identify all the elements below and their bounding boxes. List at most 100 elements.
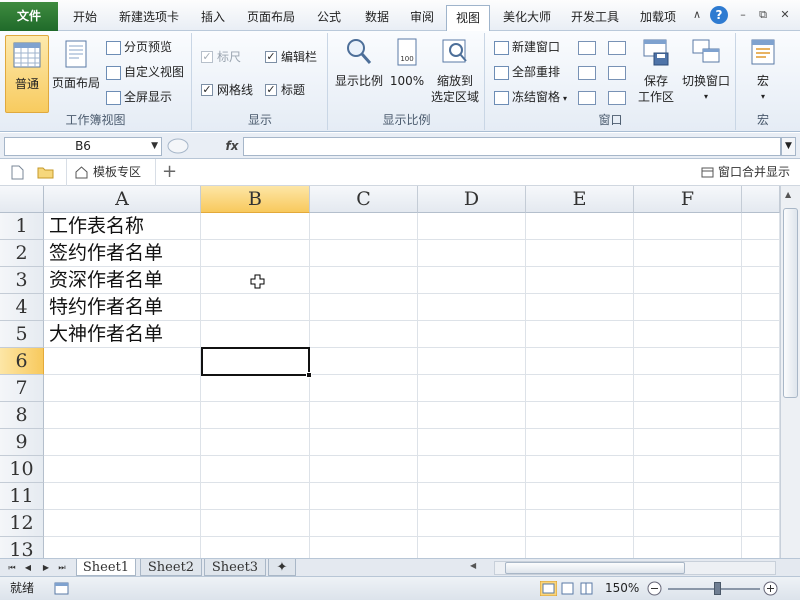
- gridcell-a12[interactable]: [44, 510, 201, 537]
- gridcell-d11[interactable]: [418, 483, 526, 510]
- gridcell-a10[interactable]: [44, 456, 201, 483]
- gridcell-d12[interactable]: [418, 510, 526, 537]
- cell-a3[interactable]: 资深作者名单: [44, 267, 201, 294]
- gridcell-b9[interactable]: [201, 429, 310, 456]
- tab-view[interactable]: 视图: [446, 5, 490, 32]
- gridcell-b1[interactable]: [201, 213, 310, 240]
- gridcell-c8[interactable]: [310, 402, 418, 429]
- save-workspace-button[interactable]: 保存 工作区: [636, 37, 676, 105]
- gridcell-e4[interactable]: [526, 294, 634, 321]
- zoom-100-button[interactable]: 100 100%: [387, 37, 427, 89]
- gridcell-a13[interactable]: [44, 537, 201, 558]
- gridcell-c10[interactable]: [310, 456, 418, 483]
- row-header-11[interactable]: 11: [0, 483, 44, 510]
- gridcell-b4[interactable]: [201, 294, 310, 321]
- normal-view-button[interactable]: 普通: [5, 35, 49, 113]
- gridcell-d1[interactable]: [418, 213, 526, 240]
- gridcell-d7[interactable]: [418, 375, 526, 402]
- synchronous-scrolling-icon[interactable]: [608, 66, 626, 80]
- gridcell-e8[interactable]: [526, 402, 634, 429]
- expand-formula-bar-icon[interactable]: ▼: [781, 137, 796, 156]
- horizontal-scroll-thumb[interactable]: [505, 562, 685, 574]
- column-header-g-partial[interactable]: [742, 186, 780, 213]
- tab-file[interactable]: 文件: [0, 2, 58, 31]
- gridcell-a6[interactable]: [44, 348, 201, 375]
- row-header-2[interactable]: 2: [0, 240, 44, 267]
- page-layout-status-icon[interactable]: [560, 581, 575, 596]
- gridcell-e11[interactable]: [526, 483, 634, 510]
- row-header-4[interactable]: 4: [0, 294, 44, 321]
- gridcell-c12[interactable]: [310, 510, 418, 537]
- gridcell-f7[interactable]: [634, 375, 742, 402]
- gridcell-e13[interactable]: [526, 537, 634, 558]
- tab-formulas[interactable]: 公式: [306, 5, 352, 31]
- tab-new-tab[interactable]: 新建选项卡: [110, 5, 188, 31]
- gridcell-f8[interactable]: [634, 402, 742, 429]
- sheet-tab-sheet1[interactable]: Sheet1: [76, 559, 136, 576]
- column-header-b[interactable]: B: [201, 186, 310, 213]
- scroll-up-icon[interactable]: ▲: [785, 190, 791, 199]
- tab-data[interactable]: 数据: [354, 5, 400, 31]
- gridcell-g3[interactable]: [742, 267, 780, 294]
- last-sheet-icon[interactable]: ⏭: [56, 561, 68, 574]
- open-folder-icon[interactable]: [37, 165, 54, 179]
- gridcell-f12[interactable]: [634, 510, 742, 537]
- gridcell-e6[interactable]: [526, 348, 634, 375]
- macros-button[interactable]: 宏 ▾: [741, 37, 785, 105]
- gridcell-b7[interactable]: [201, 375, 310, 402]
- gridcell-g11[interactable]: [742, 483, 780, 510]
- gridcell-b11[interactable]: [201, 483, 310, 510]
- gridcell-d3[interactable]: [418, 267, 526, 294]
- insert-function-button[interactable]: fx: [224, 137, 240, 155]
- gridcell-b12[interactable]: [201, 510, 310, 537]
- row-header-13[interactable]: 13: [0, 537, 44, 558]
- next-sheet-icon[interactable]: ▶: [40, 561, 52, 574]
- window-merge-display-button[interactable]: 窗口合并显示: [701, 159, 790, 185]
- formula-input[interactable]: [243, 137, 781, 156]
- minimize-ribbon-icon[interactable]: ∧: [690, 8, 704, 22]
- tab-add-ins[interactable]: 加载项: [630, 5, 686, 31]
- row-header-3[interactable]: 3: [0, 267, 44, 294]
- page-break-preview-button[interactable]: 分页预览: [106, 37, 172, 57]
- active-cell-b6[interactable]: [201, 347, 310, 376]
- gridcell-f1[interactable]: [634, 213, 742, 240]
- gridcell-g1[interactable]: [742, 213, 780, 240]
- name-box[interactable]: B6 ▼: [4, 137, 162, 156]
- cell-a1[interactable]: 工作表名称: [44, 213, 201, 240]
- gridcell-e7[interactable]: [526, 375, 634, 402]
- gridcell-c3[interactable]: [310, 267, 418, 294]
- row-header-10[interactable]: 10: [0, 456, 44, 483]
- window-minimize-icon[interactable]: –: [736, 8, 750, 22]
- gridcell-e9[interactable]: [526, 429, 634, 456]
- gridcell-g13[interactable]: [742, 537, 780, 558]
- gridcell-d9[interactable]: [418, 429, 526, 456]
- gridcell-e5[interactable]: [526, 321, 634, 348]
- tab-page-layout[interactable]: 页面布局: [238, 5, 304, 31]
- tab-home[interactable]: 开始: [62, 5, 108, 31]
- gridcell-f6[interactable]: [634, 348, 742, 375]
- gridcell-b10[interactable]: [201, 456, 310, 483]
- gridcell-d6[interactable]: [418, 348, 526, 375]
- gridcell-c2[interactable]: [310, 240, 418, 267]
- row-header-8[interactable]: 8: [0, 402, 44, 429]
- gridcell-a8[interactable]: [44, 402, 201, 429]
- vertical-scroll-thumb[interactable]: [783, 208, 798, 398]
- select-all-corner[interactable]: [0, 186, 44, 213]
- gridcell-c6[interactable]: [310, 348, 418, 375]
- split-icon[interactable]: [578, 41, 596, 55]
- hide-window-icon[interactable]: [578, 66, 596, 80]
- freeze-panes-button[interactable]: 冻结窗格 ▾: [494, 87, 567, 107]
- row-header-12[interactable]: 12: [0, 510, 44, 537]
- first-sheet-icon[interactable]: ⏮: [6, 561, 18, 574]
- tab-insert[interactable]: 插入: [190, 5, 236, 31]
- zoom-slider-thumb[interactable]: [714, 582, 721, 595]
- gridcell-g5[interactable]: [742, 321, 780, 348]
- gridcell-b2[interactable]: [201, 240, 310, 267]
- horizontal-scrollbar[interactable]: [494, 561, 776, 575]
- cell-a4[interactable]: 特约作者名单: [44, 294, 201, 321]
- formula-bar-checkbox[interactable]: ✓ 编辑栏: [265, 47, 317, 67]
- gridcell-g8[interactable]: [742, 402, 780, 429]
- gridcell-e10[interactable]: [526, 456, 634, 483]
- zoom-button[interactable]: 显示比例: [333, 37, 385, 89]
- hscroll-left-icon[interactable]: ◀: [470, 561, 476, 570]
